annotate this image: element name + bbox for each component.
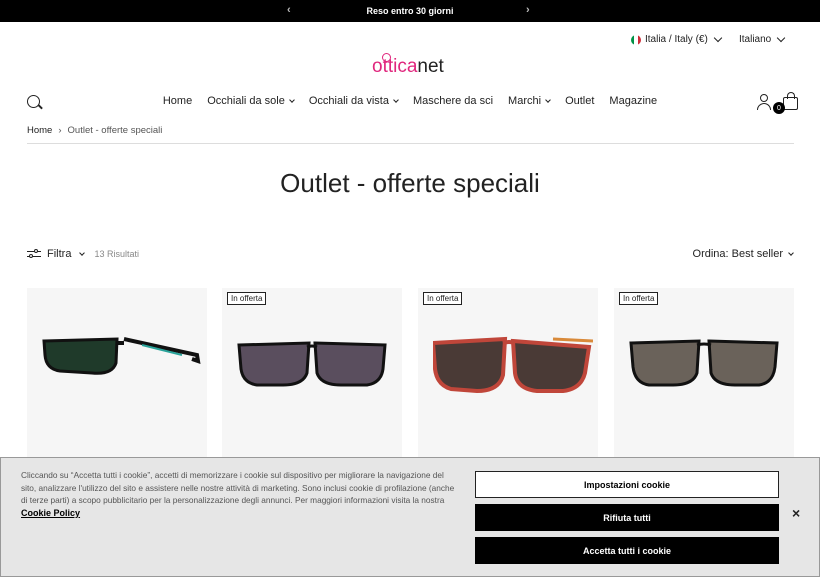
breadcrumb-home[interactable]: Home bbox=[27, 125, 52, 136]
sale-tag: In offerta bbox=[227, 292, 267, 305]
sort-label: Ordina: Best seller bbox=[692, 248, 783, 260]
accept-all-button[interactable]: Accetta tutti i cookie bbox=[475, 537, 779, 564]
cart-count-badge: 0 bbox=[773, 102, 785, 114]
cookie-settings-button[interactable]: Impostazioni cookie bbox=[475, 471, 779, 498]
nav-item-brands[interactable]: Marchi bbox=[508, 95, 551, 107]
sale-tag: In offerta bbox=[619, 292, 659, 305]
product-card[interactable]: In offerta bbox=[222, 288, 402, 458]
nav-label: Maschere da sci bbox=[412, 95, 494, 107]
product-card[interactable]: In offerta bbox=[614, 288, 794, 458]
breadcrumb: Home › Outlet - offerte speciali bbox=[27, 125, 162, 136]
country-selector[interactable]: Italia / Italy (€) bbox=[631, 33, 723, 45]
nav-item-eyeglasses[interactable]: Occhiali da vista bbox=[308, 95, 399, 107]
sale-tag: In offerta bbox=[423, 292, 463, 305]
chevron-down-icon bbox=[79, 250, 86, 256]
announcement-text: Reso entro 30 giorni bbox=[366, 6, 454, 16]
sunglasses-image bbox=[629, 339, 779, 387]
nav-label: Magazine bbox=[609, 95, 658, 107]
filter-sliders-icon bbox=[27, 249, 41, 259]
logo-text-net: net bbox=[417, 56, 444, 77]
sunglasses-image bbox=[433, 336, 593, 394]
logo-lens-icon bbox=[382, 53, 391, 62]
chevron-down-icon bbox=[777, 33, 786, 43]
cookie-policy-link[interactable]: Cookie Policy bbox=[21, 508, 80, 518]
cookie-description: Cliccando su “Accetta tutti i cookie”, a… bbox=[21, 470, 455, 506]
sunglasses-image bbox=[42, 337, 201, 375]
cart-icon[interactable] bbox=[783, 92, 798, 110]
results-count: 13 Risultati bbox=[94, 249, 139, 259]
chevron-left-icon[interactable]: ‹ bbox=[287, 4, 291, 16]
main-nav: Home Occhiali da sole Occhiali da vista … bbox=[0, 95, 820, 107]
nav-label: Occhiali da sole bbox=[207, 95, 285, 107]
language-selector[interactable]: Italiano bbox=[739, 33, 786, 45]
italy-flag-icon bbox=[631, 34, 641, 45]
nav-item-magazine[interactable]: Magazine bbox=[609, 95, 657, 107]
sunglasses-image bbox=[237, 341, 387, 387]
announcement-bar: ‹ Reso entro 30 giorni › bbox=[0, 0, 820, 22]
product-card[interactable] bbox=[27, 288, 207, 458]
nav-label: Occhiali da vista bbox=[308, 95, 389, 107]
reject-all-button[interactable]: Rifiuta tutti bbox=[475, 504, 779, 531]
chevron-right-icon[interactable]: › bbox=[526, 4, 530, 16]
account-icon[interactable] bbox=[757, 94, 771, 110]
chevron-down-icon bbox=[713, 33, 723, 43]
close-icon[interactable]: × bbox=[792, 505, 800, 521]
country-label: Italia / Italy (€) bbox=[645, 34, 708, 45]
divider bbox=[27, 143, 794, 144]
chevron-down-icon bbox=[545, 97, 551, 103]
chevron-down-icon bbox=[393, 97, 399, 103]
nav-label: Marchi bbox=[508, 95, 542, 107]
page-title: Outlet - offerte speciali bbox=[280, 168, 540, 198]
breadcrumb-separator: › bbox=[58, 125, 62, 136]
nav-item-ski-masks[interactable]: Maschere da sci bbox=[413, 95, 493, 107]
chevron-down-icon bbox=[788, 250, 794, 256]
nav-label: Outlet bbox=[565, 95, 595, 107]
site-logo[interactable]: otticanet bbox=[372, 53, 444, 78]
breadcrumb-current: Outlet - offerte speciali bbox=[67, 125, 163, 136]
filter-label: Filtra bbox=[47, 248, 72, 260]
product-card[interactable]: In offerta bbox=[418, 288, 598, 458]
nav-item-sunglasses[interactable]: Occhiali da sole bbox=[207, 95, 295, 107]
sort-dropdown[interactable]: Ordina: Best seller bbox=[692, 248, 794, 260]
nav-item-outlet[interactable]: Outlet bbox=[565, 95, 594, 107]
language-label: Italiano bbox=[739, 34, 772, 45]
nav-label: Home bbox=[162, 95, 193, 107]
nav-item-home[interactable]: Home bbox=[163, 95, 192, 107]
cookie-text: Cliccando su “Accetta tutti i cookie”, a… bbox=[21, 469, 456, 519]
filter-button[interactable]: Filtra 13 Risultati bbox=[27, 248, 139, 260]
logo-text-ottica: ottica bbox=[372, 56, 418, 77]
chevron-down-icon bbox=[289, 97, 295, 103]
